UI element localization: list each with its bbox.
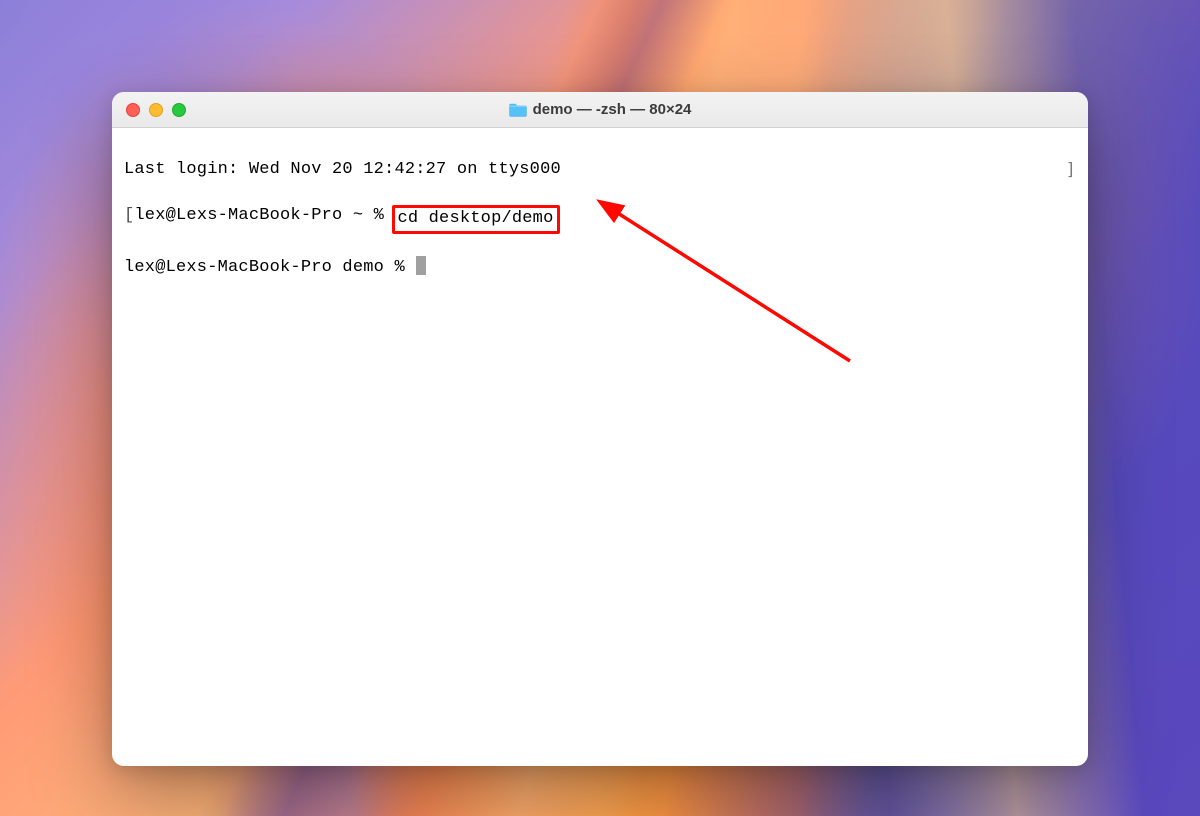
bracket-open: [ [124,205,134,234]
close-button[interactable] [126,103,140,117]
cursor-icon [416,256,426,275]
terminal-window: demo — -zsh — 80×24 Last login: Wed Nov … [112,92,1088,766]
traffic-lights [112,103,186,117]
terminal-content[interactable]: Last login: Wed Nov 20 12:42:27 on ttys0… [112,128,1088,766]
window-titlebar[interactable]: demo — -zsh — 80×24 [112,92,1088,128]
zoom-button[interactable] [172,103,186,117]
command-line-2: lex@Lexs-MacBook-Pro demo % [124,257,1076,280]
window-title: demo — -zsh — 80×24 [533,101,692,118]
cd-command: cd desktop/demo [397,209,553,228]
last-login-line: Last login: Wed Nov 20 12:42:27 on ttys0… [124,159,1076,182]
bracket-close: ] [1066,159,1076,182]
minimize-button[interactable] [149,103,163,117]
prompt-2: lex@Lexs-MacBook-Pro demo % [124,257,415,280]
command-line-1: [lex@Lexs-MacBook-Pro ~ % cd desktop/dem… [124,205,1076,234]
prompt-1: lex@Lexs-MacBook-Pro ~ % [134,205,394,234]
command-highlight: cd desktop/demo [392,205,560,234]
title-container: demo — -zsh — 80×24 [112,92,1088,127]
last-login-text: Last login: Wed Nov 20 12:42:27 on ttys0… [124,159,561,182]
folder-icon [509,103,527,117]
